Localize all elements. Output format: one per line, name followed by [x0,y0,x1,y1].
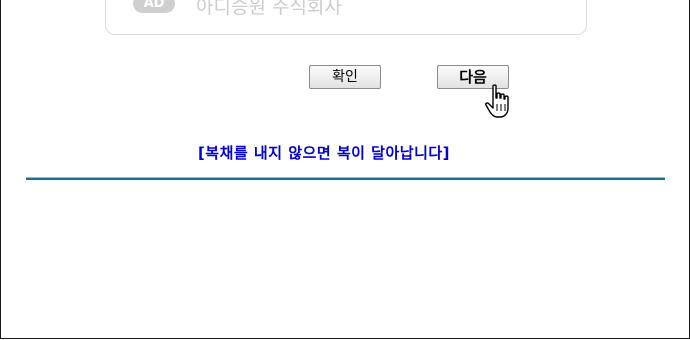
ad-banner[interactable]: AD 아디승원 주식회사 [105,0,587,35]
hand-pointer-cursor-icon [485,84,509,118]
ad-text: 아디승원 주식회사 [196,0,342,18]
warning-notice: [복채를 내지 않으면 복이 달아납니다] [197,144,451,162]
confirm-button[interactable]: 확인 [309,65,381,89]
ad-badge: AD [133,0,175,13]
divider-line [26,177,665,180]
page-frame [0,0,690,339]
